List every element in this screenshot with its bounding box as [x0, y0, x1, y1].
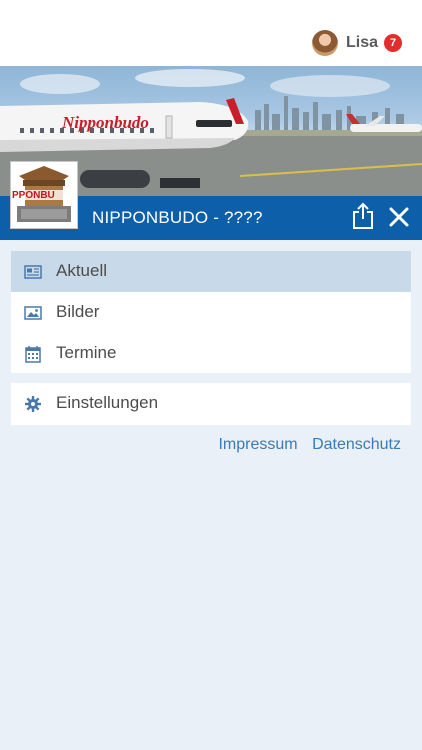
club-title: NIPPONBUDO - ????: [92, 208, 263, 227]
banner-airline-text: Nipponbudo: [61, 113, 149, 132]
close-icon: [389, 207, 409, 227]
footer-links: Impressum Datenschutz: [208, 436, 401, 454]
menu-item-label: Termine: [56, 343, 117, 362]
share-icon: [353, 202, 373, 229]
image-icon: [24, 306, 42, 320]
user-name[interactable]: Lisa: [346, 34, 378, 52]
menu-item-einstellungen[interactable]: Einstellungen: [11, 383, 411, 424]
calendar-icon: [25, 346, 41, 363]
menu-item-bilder[interactable]: Bilder: [11, 292, 411, 333]
gear-icon: [25, 396, 41, 412]
menu-item-aktuell[interactable]: Aktuell: [11, 251, 411, 292]
notification-badge[interactable]: 7: [384, 34, 402, 52]
newspaper-icon: [24, 265, 42, 279]
menu-item-termine[interactable]: Termine: [11, 333, 411, 374]
menu-item-label: Aktuell: [56, 261, 108, 280]
menu-item-label: Einstellungen: [56, 393, 159, 412]
club-logo-text: PPONBU: [12, 190, 55, 201]
close-button[interactable]: [388, 206, 410, 228]
user-avatar[interactable]: [312, 30, 338, 56]
impressum-link[interactable]: Impressum: [218, 436, 297, 453]
menu-card: Aktuell Bilder Termine: [11, 251, 411, 373]
menu-item-label: Bilder: [56, 302, 100, 321]
settings-card: Einstellungen: [11, 383, 411, 425]
datenschutz-link[interactable]: Datenschutz: [312, 436, 401, 453]
share-button[interactable]: [350, 202, 376, 230]
club-logo: PPONBU: [10, 161, 78, 229]
top-bar: Lisa 7: [0, 0, 422, 66]
